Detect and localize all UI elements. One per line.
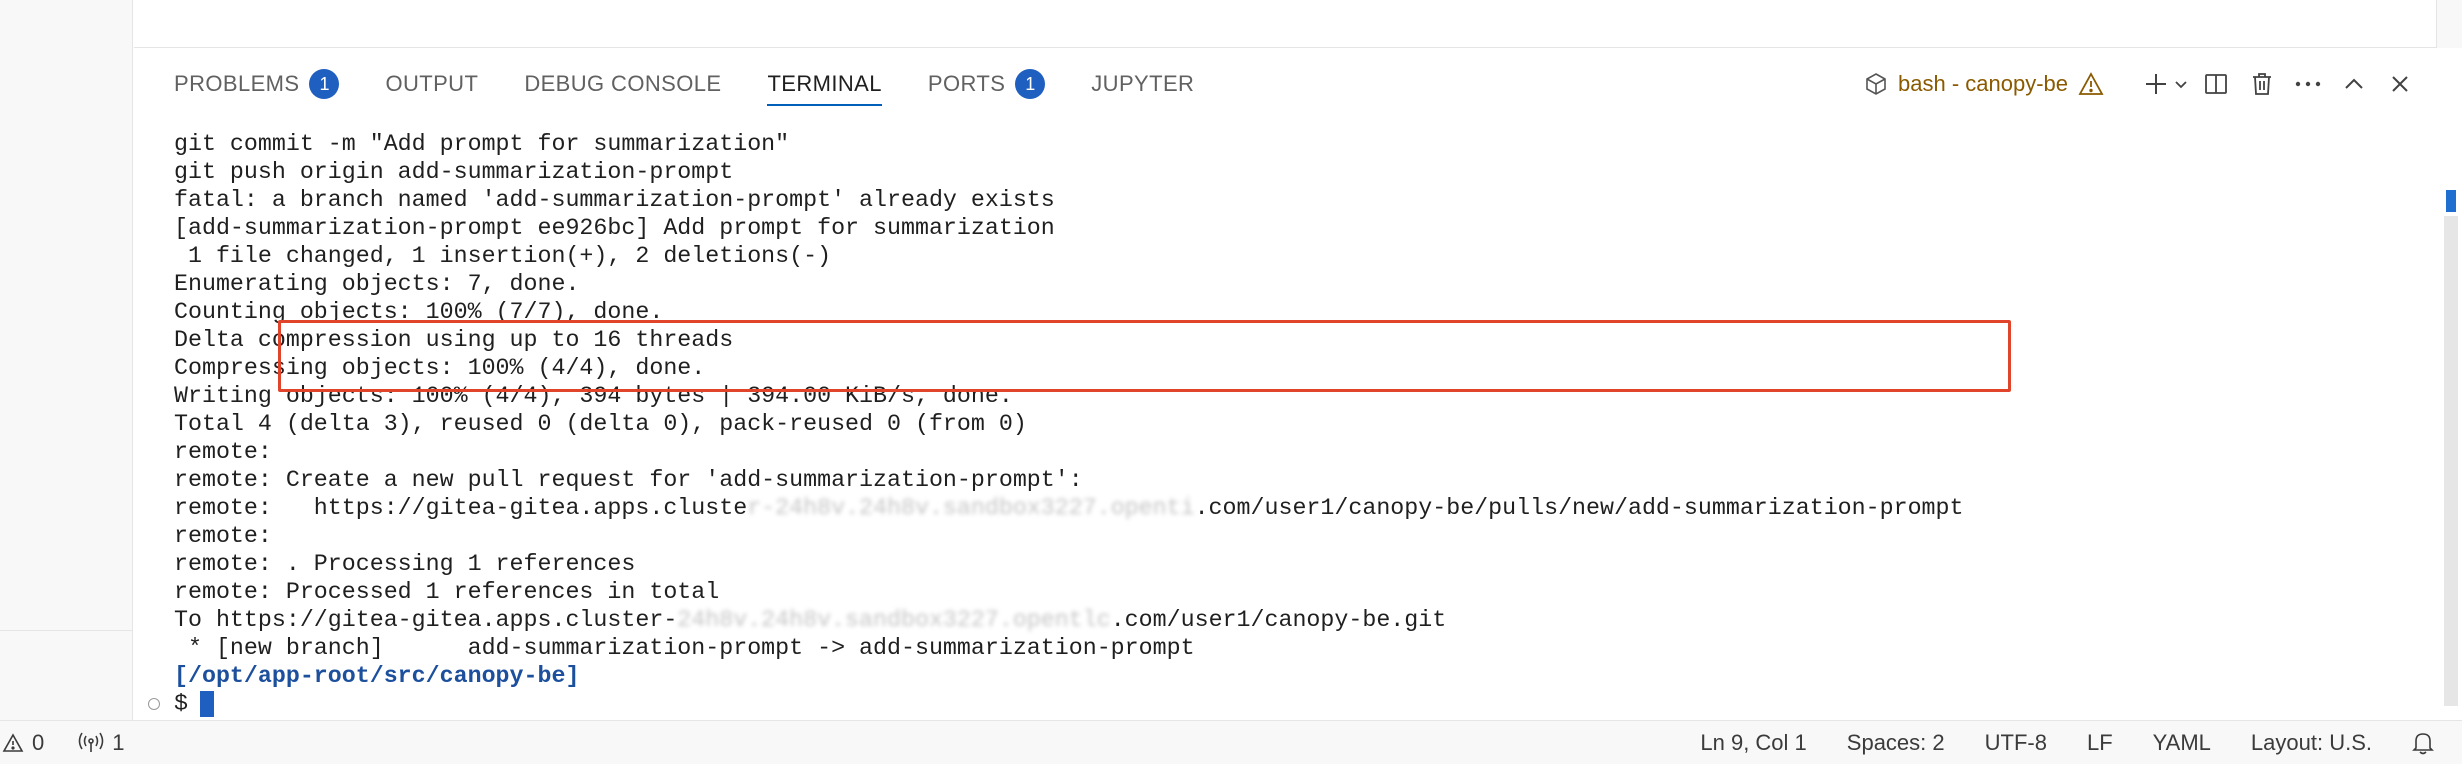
broadcast-icon — [78, 732, 104, 752]
bell-icon — [2412, 733, 2434, 755]
warning-count: 0 — [32, 729, 45, 755]
tab-jupyter[interactable]: JUPYTER — [1091, 48, 1194, 120]
bottom-panel: PROBLEMS 1 OUTPUT DEBUG CONSOLE TERMINAL… — [134, 48, 2462, 752]
encoding[interactable]: UTF-8 — [1985, 730, 2047, 756]
terminal-cube-icon — [1866, 73, 1886, 95]
tab-output-label: OUTPUT — [385, 71, 479, 96]
tab-ports[interactable]: PORTS 1 — [927, 48, 1046, 120]
problems-count-badge: 1 — [309, 69, 340, 99]
more-actions-button[interactable] — [2286, 62, 2330, 106]
chevron-up-icon — [2345, 78, 2363, 89]
terminal-dropdown-button[interactable] — [2170, 62, 2192, 106]
panel-header: PROBLEMS 1 OUTPUT DEBUG CONSOLE TERMINAL… — [134, 48, 2462, 120]
scroll-marker — [2446, 190, 2456, 212]
tab-terminal[interactable]: TERMINAL — [767, 48, 883, 120]
prompt-line[interactable]: $ — [148, 690, 2462, 718]
scroll-thumb[interactable] — [2444, 216, 2458, 706]
close-icon — [2392, 76, 2408, 92]
terminal-line: fatal: a branch named 'add-summarization… — [174, 187, 1055, 213]
terminal-line: remote: — [174, 523, 272, 549]
editor-area — [134, 0, 2462, 48]
warning-icon — [2078, 72, 2104, 95]
tab-output[interactable]: OUTPUT — [385, 48, 478, 120]
panel-tabs: PROBLEMS 1 OUTPUT DEBUG CONSOLE TERMINAL… — [174, 48, 1240, 120]
redacted-text: 24h8v.24h8v.sandbox3227.opentlc — [677, 607, 1111, 633]
url-prefix: remote: https://gitea-gitea.apps.cluste — [174, 495, 748, 521]
redacted-text: r-24h8v.24h8v.sandbox3227.openti — [747, 495, 1195, 521]
problems-status[interactable]: 0 — [2, 730, 44, 756]
remote-url-suffix: .com/user1/canopy-be.git — [1110, 607, 1447, 633]
remote-url-line[interactable]: To https://gitea-gitea.apps.cluster-24h8… — [174, 606, 2462, 634]
terminal-line: git push origin add-summarization-prompt — [174, 159, 734, 185]
terminal-scrollbar[interactable] — [2438, 136, 2462, 752]
tab-problems-label: PROBLEMS — [174, 71, 300, 96]
status-bar-left: 0 1 — [0, 730, 159, 756]
close-panel-button[interactable] — [2378, 62, 2422, 106]
prompt-path: [/opt/app-root/src/canopy-be] — [174, 663, 580, 689]
remote-url-prefix: To https://gitea-gitea.apps.cluster- — [174, 607, 678, 633]
cursor-position[interactable]: Ln 9, Col 1 — [1700, 730, 1806, 756]
maximize-panel-button[interactable] — [2332, 62, 2376, 106]
terminal-selector[interactable]: bash - canopy-be — [1864, 71, 2114, 97]
warning-icon — [2, 732, 24, 752]
pull-request-url-line[interactable]: remote: https://gitea-gitea.apps.cluster… — [174, 494, 2462, 522]
notifications-button[interactable] — [2412, 731, 2442, 755]
plus-icon — [2146, 74, 2166, 94]
indentation[interactable]: Spaces: 2 — [1847, 730, 1945, 756]
status-bar-right: Ln 9, Col 1 Spaces: 2 UTF-8 LF YAML Layo… — [1660, 721, 2442, 764]
tab-ports-label: PORTS — [927, 71, 1006, 96]
language-mode[interactable]: YAML — [2153, 730, 2211, 756]
terminal-line: * [new branch] add-summarization-prompt … — [174, 635, 1195, 661]
chevron-down-icon — [2175, 81, 2187, 89]
tab-jupyter-label: JUPYTER — [1091, 71, 1195, 96]
terminal-name: bash - canopy-be — [1898, 71, 2068, 96]
terminal-line: remote: Create a new pull request for 'a… — [174, 467, 1083, 493]
url-suffix: .com/user1/canopy-be/pulls/new/add-summa… — [1194, 495, 1964, 521]
sidebar-divider — [0, 630, 133, 631]
tab-debug-console-label: DEBUG CONSOLE — [524, 71, 722, 96]
command-decoration-icon[interactable] — [148, 698, 160, 710]
ports-count-badge: 1 — [1015, 69, 1046, 99]
terminal-line: remote: — [174, 439, 272, 465]
status-bar: 0 1 Ln 9, Col 1 Spaces: 2 UTF-8 LF YAML … — [0, 720, 2462, 764]
terminal-line: 1 file changed, 1 insertion(+), 2 deleti… — [174, 243, 832, 269]
terminal-cursor — [199, 691, 214, 717]
ports-count: 1 — [112, 729, 125, 755]
terminal-line: remote: . Processing 1 references — [174, 551, 636, 577]
ellipsis-icon — [2295, 81, 2321, 87]
keyboard-layout[interactable]: Layout: U.S. — [2251, 730, 2372, 756]
end-of-line[interactable]: LF — [2087, 730, 2113, 756]
terminal-line: git commit -m "Add prompt for summarizat… — [174, 131, 790, 157]
terminal-line: Total 4 (delta 3), reused 0 (delta 0), p… — [174, 411, 1027, 437]
terminal-line: remote: Processed 1 references in total — [174, 579, 720, 605]
kill-terminal-button[interactable] — [2240, 62, 2284, 106]
ports-status[interactable]: 1 — [78, 729, 125, 756]
panel-actions: bash - canopy-be — [1864, 48, 2422, 120]
right-strip — [2436, 0, 2462, 48]
tab-problems[interactable]: PROBLEMS 1 — [174, 48, 340, 120]
split-terminal-button[interactable] — [2194, 62, 2238, 106]
tab-debug-console[interactable]: DEBUG CONSOLE — [524, 48, 721, 120]
split-icon — [2205, 74, 2227, 94]
highlight-annotation — [278, 320, 2011, 392]
terminal-output[interactable]: git commit -m "Add prompt for summarizat… — [148, 130, 2462, 717]
terminal-line: Enumerating objects: 7, done. — [174, 271, 580, 297]
sidebar-strip — [0, 0, 133, 720]
trash-icon — [2253, 73, 2271, 95]
tab-terminal-label: TERMINAL — [767, 71, 882, 96]
prompt-symbol: $ — [174, 691, 188, 717]
terminal-line: [add-summarization-prompt ee926bc] Add p… — [174, 215, 1055, 241]
